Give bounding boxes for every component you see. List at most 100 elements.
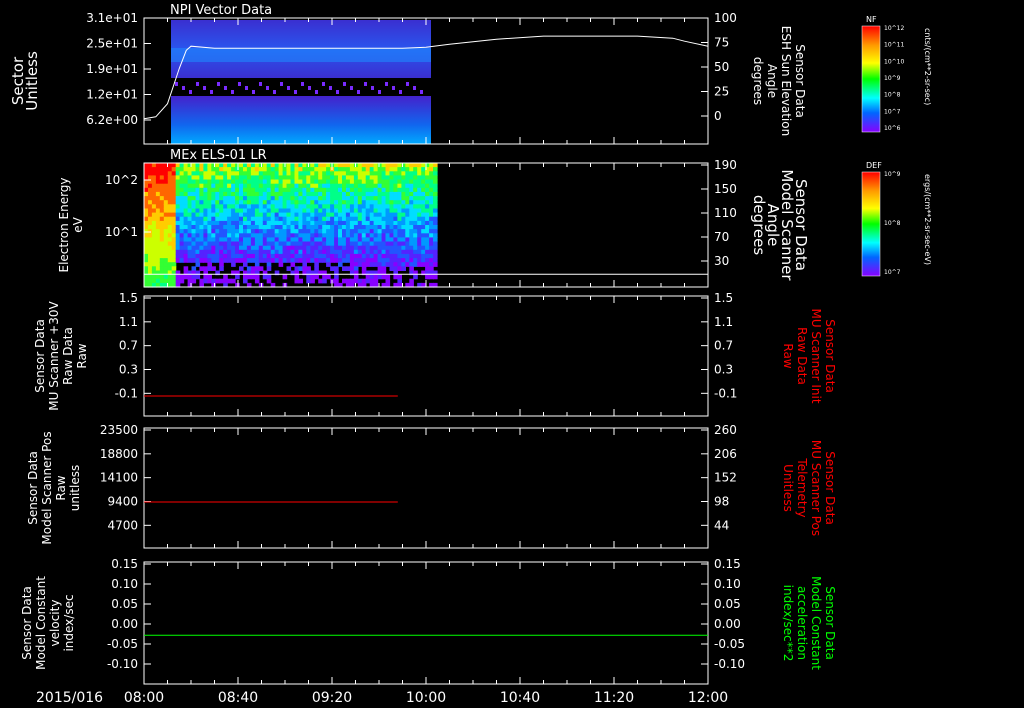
els-cell [357, 262, 363, 267]
els-cell [385, 212, 391, 218]
els-cell [349, 258, 355, 263]
y-tick-label-right: 150 [714, 182, 737, 196]
els-cell [349, 208, 355, 214]
els-cell [393, 183, 398, 189]
els-cell [338, 229, 343, 234]
y-tick-label-left: 0.00 [111, 617, 138, 631]
els-cell [425, 225, 430, 230]
els-cell [413, 171, 418, 176]
els-cell [290, 262, 296, 267]
els-cell [183, 237, 189, 243]
els-cell [191, 225, 197, 230]
els-cell [401, 266, 406, 271]
y-tick-label-right: 70 [714, 230, 729, 244]
els-cell [405, 187, 410, 193]
els-cell [306, 196, 311, 201]
els-cell [310, 175, 315, 181]
els-cell [385, 220, 391, 226]
els-cell [413, 216, 418, 222]
els-cell [357, 249, 363, 255]
els-cell [330, 204, 335, 209]
y-label-left-line: Sensor Data [20, 586, 34, 660]
els-cell [231, 262, 236, 267]
els-cell [191, 208, 197, 214]
els-cell [286, 253, 292, 259]
els-cell [219, 216, 224, 222]
els-cell [433, 179, 438, 185]
els-cell [413, 245, 418, 251]
els-cell [171, 274, 177, 280]
els-cell [163, 216, 169, 222]
els-cell [151, 229, 157, 234]
els-cell [278, 225, 284, 230]
els-cell [278, 187, 284, 193]
els-cell [433, 262, 438, 267]
els-cell [144, 233, 149, 238]
els-cell [349, 212, 355, 218]
els-cell [306, 200, 311, 205]
els-cell [413, 175, 418, 181]
y-tick-label-left: 0.7 [119, 339, 138, 353]
els-cell [211, 220, 216, 226]
els-cell [258, 241, 264, 247]
els-cell [239, 200, 244, 205]
els-cell [425, 266, 430, 271]
els-cell [191, 220, 197, 226]
els-cell [179, 229, 185, 234]
els-cell [278, 229, 284, 234]
els-cell [417, 253, 422, 259]
els-cell [349, 266, 355, 271]
y-tick-label-right: 110 [714, 206, 737, 220]
els-cell [413, 249, 418, 255]
els-cell [357, 225, 363, 230]
els-cell [179, 208, 185, 214]
els-cell [163, 171, 169, 176]
els-cell [338, 258, 343, 263]
y-label-left-line: Unitless [23, 51, 41, 111]
panel-frame [143, 561, 709, 685]
els-cell [179, 204, 185, 209]
els-cell [179, 245, 185, 251]
els-cell [397, 212, 402, 218]
colorbar-unit-text: cnts/(cm**2-sr-sec) [923, 28, 932, 105]
els-cell [417, 179, 422, 185]
els-cell [199, 253, 204, 259]
els-cell [298, 233, 303, 238]
els-cell [397, 171, 402, 176]
els-cell [163, 229, 169, 234]
els-cell [250, 237, 256, 243]
els-cell [298, 171, 303, 176]
y-label-right-line: MU Scanner Init [809, 308, 823, 403]
els-cell [433, 233, 438, 238]
els-cell [258, 216, 264, 222]
els-cell [270, 241, 276, 247]
els-cell [298, 241, 303, 247]
els-cell [290, 212, 296, 218]
els-cell [183, 245, 189, 251]
els-cell [163, 212, 169, 218]
els-cell [183, 258, 189, 263]
els-cell [183, 249, 189, 255]
colorbar-tick: 10^9 [884, 171, 901, 178]
colorbar: DEF10^9 10^8 10^7 ergs/(cm**2-sr-sec-eV) [861, 161, 932, 277]
els-cell [239, 249, 244, 255]
els-cell [231, 175, 236, 181]
els-cell [286, 245, 292, 251]
els-cell [151, 183, 157, 189]
els-cell [171, 229, 177, 234]
els-cell [425, 220, 430, 226]
els-cell [239, 253, 244, 259]
els-cell [246, 237, 252, 243]
y-tick-label-right: 30 [714, 254, 729, 268]
y-tick-label-left: 4700 [107, 518, 138, 532]
els-cell [159, 278, 165, 284]
els-cell [171, 220, 177, 226]
els-cell [310, 237, 315, 243]
els-cell [163, 208, 169, 214]
els-cell [393, 171, 398, 176]
els-cell [373, 167, 379, 172]
els-cell [159, 179, 165, 185]
els-cell [357, 216, 363, 222]
y-tick-label-left: 3.1e+01 [86, 11, 138, 25]
colorbar-unit-text: ergs/(cm**2-sr-sec-eV) [923, 174, 932, 265]
